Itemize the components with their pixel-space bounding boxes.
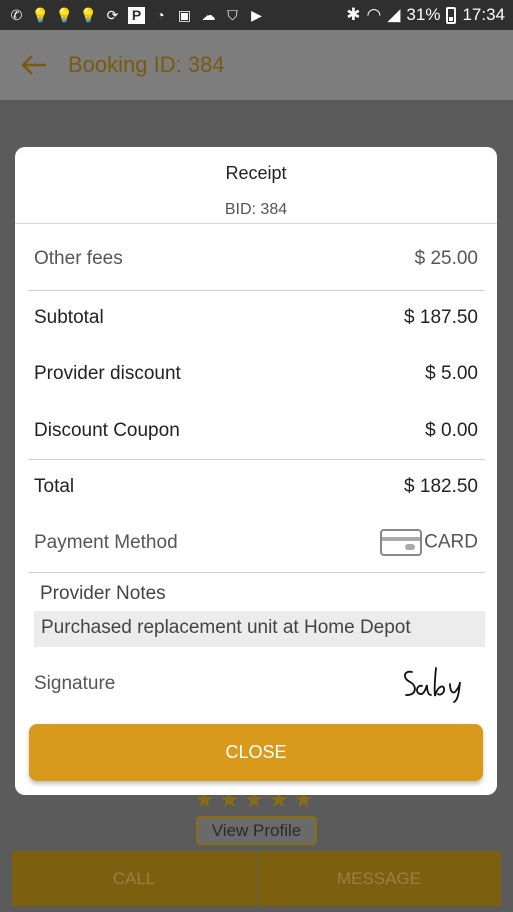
payment-row: Payment Method CARD <box>34 529 478 556</box>
signature-image <box>404 667 461 703</box>
provider-notes-text: Purchased replacement unit at Home Depot <box>34 611 485 647</box>
signature-row: Signature <box>34 664 478 704</box>
sync-icon: ⟳ <box>106 6 119 23</box>
receipt-dialog: Receipt BID: 384 Other fees $ 25.00 Subt… <box>15 147 497 795</box>
divider <box>28 290 485 291</box>
payment-label: Payment Method <box>34 531 178 553</box>
notification-icons: ✆ 💡 💡 💡 ⟳ P ◔ ▣ ☁ ⛉ ▶ <box>8 6 265 24</box>
bulb-icon: 💡 <box>79 6 98 23</box>
bulb-icon: 💡 <box>31 6 50 23</box>
message-button[interactable]: MESSAGE <box>257 851 501 906</box>
provider-discount-row: Provider discount $ 5.00 <box>34 363 478 385</box>
youtube-icon: ▶ <box>251 6 262 23</box>
arrow-left-icon <box>21 55 46 75</box>
back-button[interactable] <box>0 30 68 100</box>
provider-discount-label: Provider discount <box>34 363 181 384</box>
clock: 17:34 <box>462 5 505 24</box>
dialog-title: Receipt <box>225 163 287 183</box>
payment-value-wrap: CARD <box>380 529 478 556</box>
wifi-icon: ◠ <box>366 5 382 24</box>
shield-icon: ⛉ <box>227 6 238 23</box>
coupon-row: Discount Coupon $ 0.00 <box>34 420 478 442</box>
battery-percent: 31% <box>406 5 441 24</box>
coupon-value: $ 0.00 <box>425 420 478 441</box>
action-bar: CALL MESSAGE <box>12 851 501 906</box>
viber-icon: ✆ <box>10 6 23 23</box>
provider-discount-value: $ 5.00 <box>425 363 478 384</box>
total-row: Total $ 182.50 <box>34 476 478 498</box>
provider-notes-label: Provider Notes <box>40 583 166 604</box>
other-fees-row: Other fees $ 25.00 <box>34 248 478 270</box>
page-title: Booking ID: 384 <box>68 52 225 77</box>
divider <box>28 572 485 573</box>
subtotal-value: $ 187.50 <box>404 307 478 328</box>
view-profile-button[interactable]: View Profile <box>196 816 317 845</box>
credit-card-icon <box>380 529 423 556</box>
payment-value: CARD <box>424 531 478 553</box>
call-button[interactable]: CALL <box>12 851 257 906</box>
p-icon: P <box>128 6 145 24</box>
signal-icon: ◢ <box>387 5 401 24</box>
divider <box>28 459 485 460</box>
other-fees-label: Other fees <box>34 248 123 269</box>
image-icon: ▣ <box>177 6 192 23</box>
total-value: $ 182.50 <box>404 476 478 497</box>
coupon-label: Discount Coupon <box>34 420 180 441</box>
signature-label: Signature <box>34 673 116 694</box>
cloud-icon: ☁ <box>201 6 216 23</box>
other-fees-value: $ 25.00 <box>414 248 478 269</box>
status-bar: ✆ 💡 💡 💡 ⟳ P ◔ ▣ ☁ ⛉ ▶ ✱ ◠ ◢ 31% 17:34 <box>0 0 513 30</box>
wifi-call-icon: ◔ <box>156 7 165 23</box>
battery-icon <box>446 6 457 24</box>
bulb-icon: 💡 <box>55 6 74 23</box>
subtotal-row: Subtotal $ 187.50 <box>34 307 478 329</box>
total-label: Total <box>34 476 75 497</box>
booking-id-label: BID: 384 <box>224 201 288 218</box>
subtotal-label: Subtotal <box>34 307 104 328</box>
dialog-header: Receipt BID: 384 <box>15 147 497 224</box>
app-bar: Booking ID: 384 <box>0 30 513 100</box>
close-button[interactable]: CLOSE <box>29 724 483 781</box>
bluetooth-icon: ✱ <box>346 5 361 24</box>
